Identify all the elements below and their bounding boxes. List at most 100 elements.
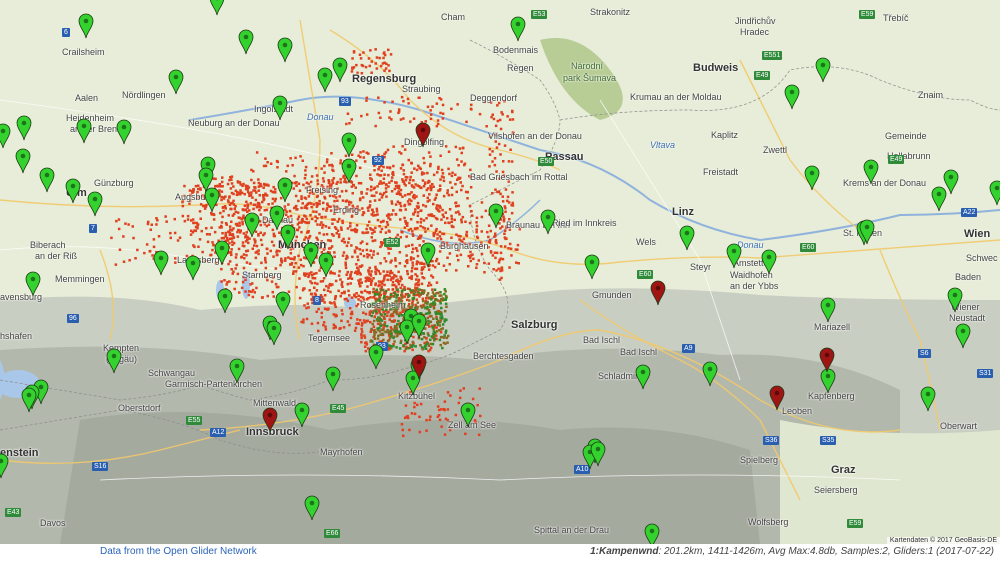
receiver-marker-green[interactable] — [317, 67, 333, 93]
receiver-marker-green[interactable] — [368, 344, 384, 370]
receiver-marker-green[interactable] — [332, 57, 348, 83]
receiver-marker-green[interactable] — [16, 115, 32, 141]
coverage-cell — [400, 293, 403, 297]
receiver-marker-green[interactable] — [702, 361, 718, 387]
receiver-marker-green[interactable] — [65, 178, 81, 204]
receiver-marker-red[interactable] — [769, 385, 785, 411]
coverage-cell — [238, 291, 241, 294]
coverage-cell — [165, 220, 168, 223]
coverage-cell — [383, 152, 386, 156]
coverage-cell — [323, 171, 326, 174]
coverage-cell — [393, 340, 396, 343]
coverage-cell — [304, 165, 308, 169]
road-shield: 93 — [339, 97, 351, 106]
receiver-marker-green[interactable] — [244, 212, 260, 238]
coverage-cell — [231, 214, 235, 217]
receiver-marker-green[interactable] — [540, 209, 556, 235]
receiver-marker-green[interactable] — [341, 132, 357, 158]
receiver-marker-green[interactable] — [76, 118, 92, 144]
receiver-marker-green[interactable] — [280, 224, 296, 250]
receiver-marker-green[interactable] — [277, 37, 293, 63]
receiver-marker-green[interactable] — [185, 255, 201, 281]
receiver-marker-green[interactable] — [590, 441, 606, 467]
coverage-cell — [517, 262, 520, 265]
coverage-cell — [387, 288, 390, 291]
receiver-marker-green[interactable] — [863, 159, 879, 185]
coverage-cell — [440, 408, 443, 411]
receiver-marker-green[interactable] — [726, 243, 742, 269]
coverage-cell — [194, 184, 198, 188]
receiver-marker-green[interactable] — [815, 57, 831, 83]
receiver-marker-green[interactable] — [87, 191, 103, 217]
coverage-cell — [370, 270, 373, 273]
receiver-marker-green[interactable] — [420, 242, 436, 268]
coverage-cell — [337, 274, 341, 277]
coverage-cell — [426, 227, 430, 231]
receiver-marker-green[interactable] — [217, 288, 233, 314]
receiver-marker-green[interactable] — [106, 348, 122, 374]
receiver-marker-green[interactable] — [275, 291, 291, 317]
receiver-marker-green[interactable] — [229, 358, 245, 384]
receiver-marker-green[interactable] — [804, 165, 820, 191]
receiver-marker-green[interactable] — [21, 387, 37, 413]
coverage-cell — [370, 60, 373, 63]
receiver-marker-green[interactable] — [294, 402, 310, 428]
coverage-cell — [362, 319, 366, 322]
receiver-marker-green[interactable] — [272, 95, 288, 121]
receiver-marker-green[interactable] — [15, 148, 31, 174]
receiver-marker-green[interactable] — [784, 84, 800, 110]
receiver-marker-green[interactable] — [943, 169, 959, 195]
map-pin-icon — [989, 180, 1000, 206]
receiver-marker-green[interactable] — [341, 158, 357, 184]
receiver-marker-green[interactable] — [989, 180, 1000, 206]
receiver-marker-red[interactable] — [411, 354, 427, 380]
receiver-marker-green[interactable] — [116, 119, 132, 145]
receiver-marker-red[interactable] — [650, 280, 666, 306]
receiver-marker-red[interactable] — [262, 407, 278, 433]
coverage-cell — [457, 210, 460, 213]
receiver-marker-green[interactable] — [304, 495, 320, 521]
receiver-marker-green[interactable] — [644, 523, 660, 544]
coverage-cell — [389, 278, 392, 282]
coverage-cell — [359, 273, 362, 276]
receiver-marker-green[interactable] — [955, 323, 971, 349]
receiver-marker-green[interactable] — [679, 225, 695, 251]
receiver-marker-green[interactable] — [920, 386, 936, 412]
receiver-marker-red[interactable] — [415, 122, 431, 148]
map-pin-icon — [204, 187, 220, 213]
receiver-marker-red[interactable] — [819, 347, 835, 373]
receiver-marker-green[interactable] — [238, 29, 254, 55]
receiver-marker-green[interactable] — [584, 254, 600, 280]
receiver-marker-green[interactable] — [761, 249, 777, 275]
receiver-marker-green[interactable] — [820, 297, 836, 323]
receiver-marker-green[interactable] — [0, 123, 11, 149]
receiver-marker-green[interactable] — [39, 167, 55, 193]
receiver-marker-green[interactable] — [460, 402, 476, 428]
receiver-marker-green[interactable] — [277, 177, 293, 203]
receiver-marker-green[interactable] — [209, 0, 225, 16]
coverage-cell — [475, 228, 478, 231]
coverage-cell — [395, 296, 398, 299]
receiver-marker-green[interactable] — [859, 219, 875, 245]
map-view[interactable]: Crailsheim Aalen Heidenheim an der Brenz Nör… — [0, 0, 1000, 544]
receiver-marker-green[interactable] — [411, 313, 427, 339]
ogn-data-link[interactable]: Data from the Open Glider Network — [100, 546, 257, 557]
receiver-marker-green[interactable] — [25, 271, 41, 297]
receiver-marker-green[interactable] — [325, 366, 341, 392]
coverage-cell — [383, 69, 386, 72]
receiver-marker-green[interactable] — [78, 13, 94, 39]
receiver-marker-green[interactable] — [266, 320, 282, 346]
receiver-marker-green[interactable] — [0, 453, 9, 479]
receiver-marker-green[interactable] — [214, 240, 230, 266]
coverage-cell — [418, 415, 421, 419]
receiver-marker-green[interactable] — [318, 252, 334, 278]
receiver-marker-green[interactable] — [153, 250, 169, 276]
place-label: Spittal an der Drau — [534, 525, 610, 535]
receiver-marker-green[interactable] — [510, 16, 526, 42]
receiver-marker-green[interactable] — [947, 287, 963, 313]
receiver-marker-green[interactable] — [488, 203, 504, 229]
receiver-marker-green[interactable] — [204, 187, 220, 213]
receiver-marker-green[interactable] — [168, 69, 184, 95]
receiver-marker-green[interactable] — [635, 364, 651, 390]
receiver-marker-green[interactable] — [303, 242, 319, 268]
